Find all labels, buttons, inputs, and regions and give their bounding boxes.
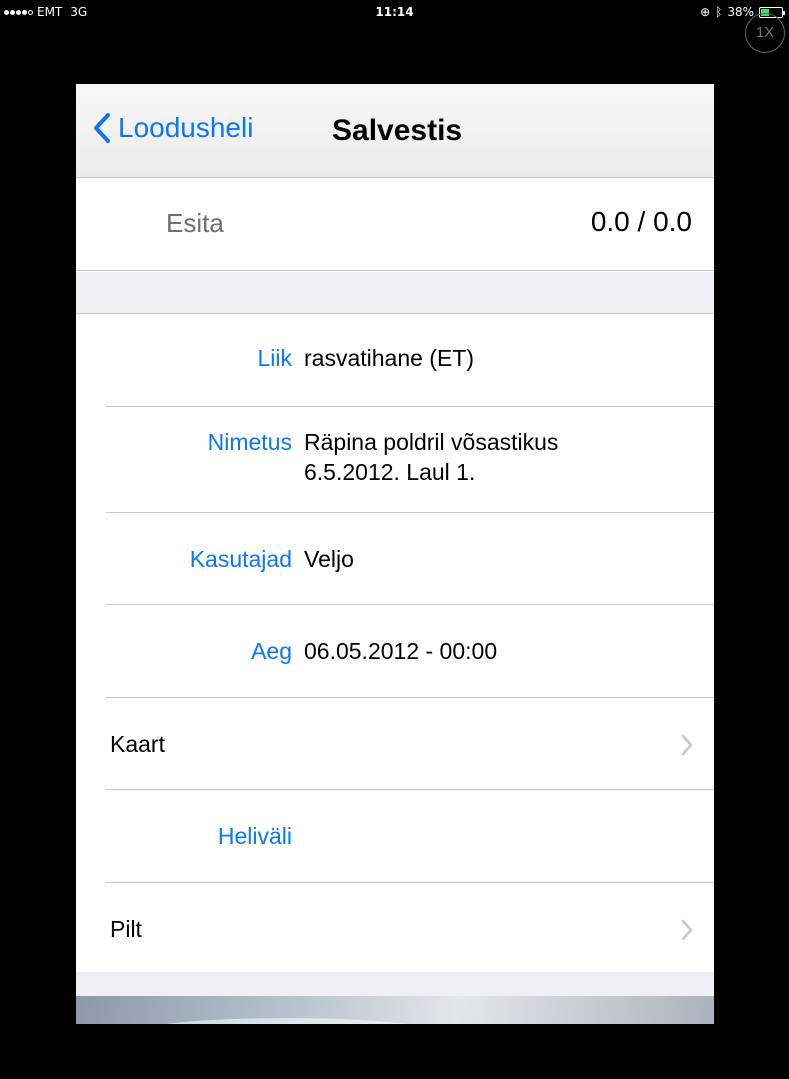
field-row-aeg: Aeg 06.05.2012 - 00:00	[76, 605, 714, 698]
field-row-kasutajad: Kasutajad Veljo	[76, 513, 714, 605]
field-value-nimetus-line2: 6.5.2012. Laul 1.	[304, 459, 476, 485]
play-button[interactable]: Esita	[166, 208, 224, 239]
playback-time: 0.0 / 0.0	[590, 206, 692, 237]
chevron-right-icon	[681, 919, 693, 941]
field-value-kasutajad: Veljo	[304, 546, 354, 572]
status-bar: EMT 3G 11:14 ⊕ ᛒ 38%	[0, 0, 789, 26]
back-button[interactable]: Loodusheli	[92, 112, 253, 144]
bluetooth-icon: ᛒ	[715, 5, 723, 19]
zoom-badge[interactable]: 1X	[745, 13, 785, 53]
battery-percent: 38%	[727, 5, 754, 19]
back-button-label: Loodusheli	[118, 112, 254, 143]
field-label-liik: Liik	[257, 345, 292, 371]
kaart-link[interactable]: Kaart	[76, 698, 714, 790]
field-value-aeg: 06.05.2012 - 00:00	[304, 638, 498, 664]
app-window: Loodusheli Salvestis Esita 0.0 / 0.0 Lii…	[76, 84, 714, 1024]
bird-photo	[76, 996, 714, 1024]
kaart-label: Kaart	[110, 731, 165, 757]
helivali-label: Heliväli	[217, 823, 292, 849]
field-value-nimetus: Räpina poldril võsastikus 6.5.2012. Laul…	[304, 427, 558, 487]
detail-list: Liik rasvatihane (ET) Nimetus Räpina pol…	[76, 315, 714, 975]
field-row-liik: Liik rasvatihane (ET)	[76, 315, 714, 407]
field-value-liik: rasvatihane (ET)	[304, 345, 475, 371]
status-time: 11:14	[375, 5, 414, 19]
page-title: Salvestis	[332, 114, 463, 147]
chevron-left-icon	[94, 113, 110, 143]
section-separator	[76, 272, 714, 314]
field-row-nimetus: Nimetus Räpina poldril võsastikus 6.5.20…	[76, 407, 714, 513]
helivali-button[interactable]: Heliväli	[76, 790, 714, 883]
pilt-link[interactable]: Pilt	[76, 883, 714, 975]
field-label-kasutajad: Kasutajad	[189, 546, 292, 572]
field-label-nimetus: Nimetus	[207, 429, 292, 455]
orientation-lock-icon: ⊕	[700, 5, 711, 19]
pilt-label: Pilt	[110, 916, 142, 942]
field-label-aeg: Aeg	[251, 638, 292, 664]
playback-row[interactable]: Esita 0.0 / 0.0	[76, 178, 714, 271]
chevron-right-icon	[681, 734, 693, 756]
navigation-bar: Loodusheli Salvestis	[76, 84, 714, 178]
field-value-nimetus-line1: Räpina poldril võsastikus	[304, 429, 559, 455]
